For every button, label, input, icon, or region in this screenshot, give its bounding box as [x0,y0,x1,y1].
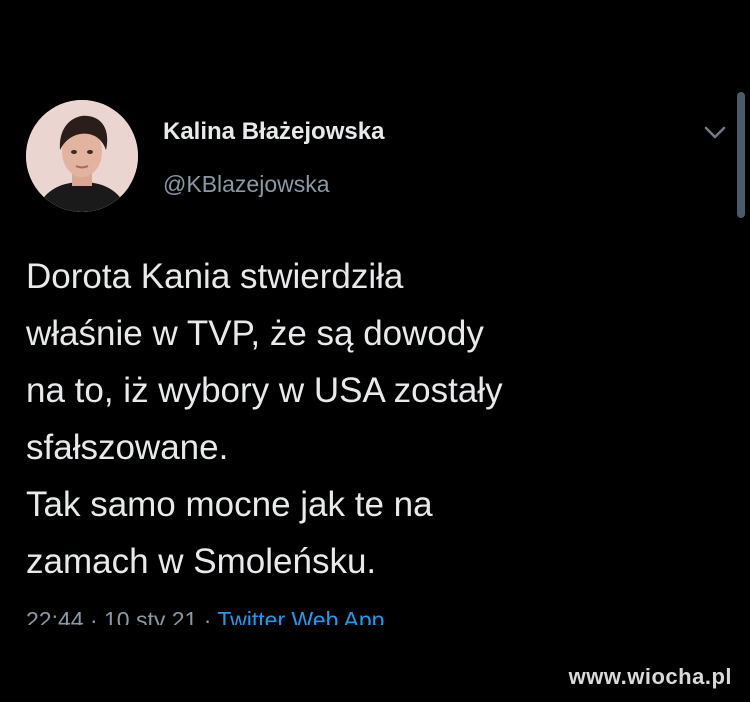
chevron-down-icon[interactable] [700,122,730,144]
author-handle[interactable]: @KBlazejowska [163,171,330,198]
tweet-text: Dorota Kania stwierdziła właśnie w TVP, … [26,248,716,590]
avatar[interactable] [26,100,138,212]
tweet-text-line: Tak samo mocne jak te na [26,485,433,524]
tweet-text-line: Dorota Kania stwierdziła [26,257,404,296]
tweet-text-line: sfałszowane. [26,428,229,467]
tweet-text-line: właśnie w TVP, że są dowody [26,314,484,353]
tweet-text-line: zamach w Smoleńsku. [26,542,377,581]
meta-separator: · [197,607,218,625]
meta-separator: · [83,607,105,625]
author-display-name[interactable]: Kalina Błażejowska [163,118,384,146]
tweet-date[interactable]: 10 sty 21 [104,607,197,625]
tweet-source-app[interactable]: Twitter Web App [217,607,384,625]
avatar-photo [26,100,138,212]
scrollbar[interactable] [737,92,745,218]
tweet-text-line: na to, iż wybory w USA zostały [26,371,503,410]
tweet-time[interactable]: 22:44 [26,607,84,625]
tweet-meta: 22:44 · 10 sty 21 · Twitter Web App [26,603,384,625]
tweet-card: Kalina Błażejowska @KBlazejowska Dorota … [0,0,750,702]
watermark: www.wiocha.pl [568,664,732,689]
